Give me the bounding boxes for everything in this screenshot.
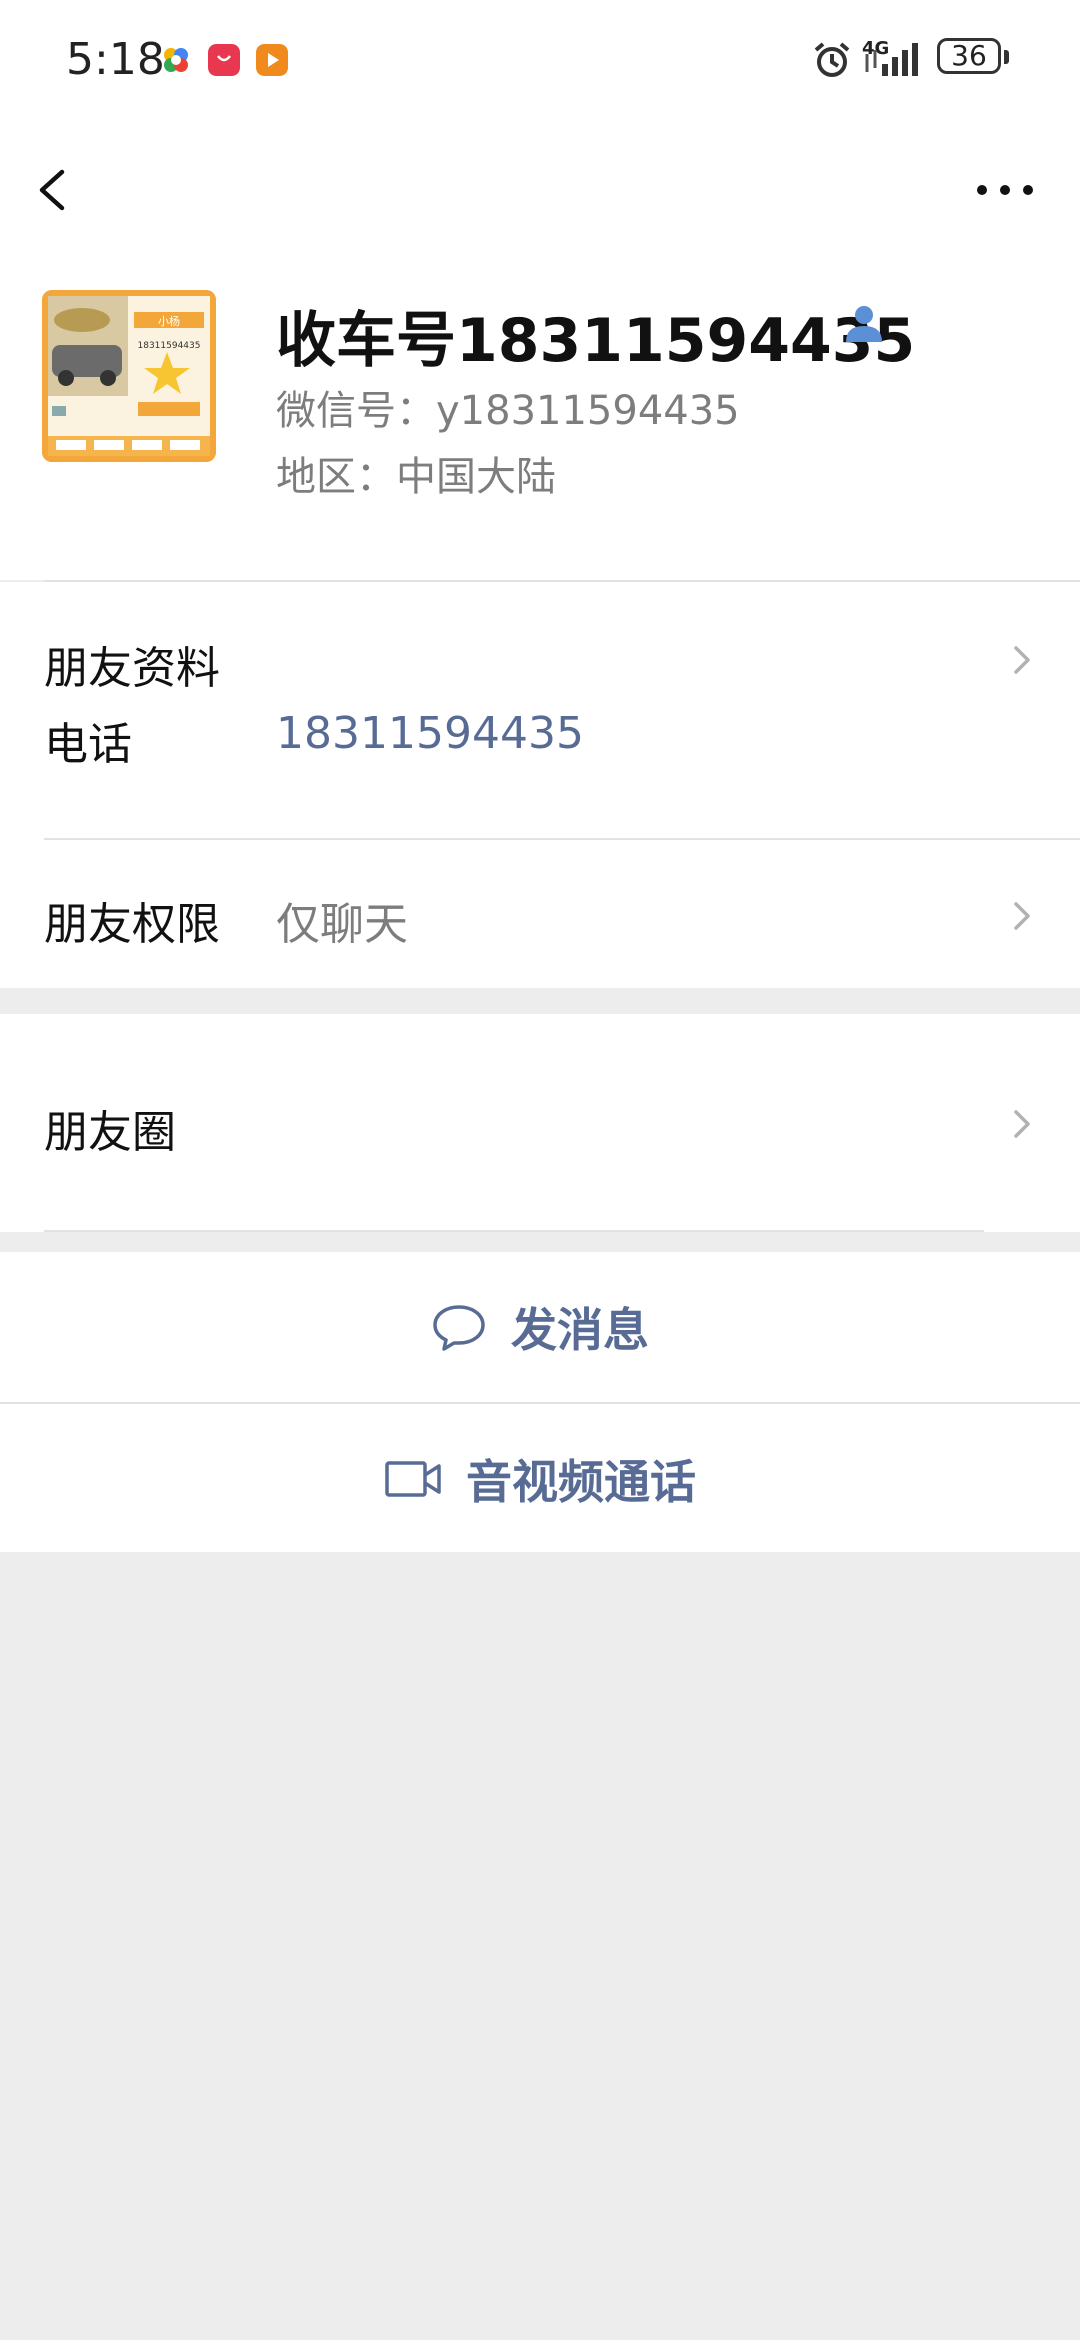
phone-number-link[interactable]: 18311594435 bbox=[276, 708, 584, 759]
video-call-button[interactable]: 音视频通话 bbox=[0, 1404, 1080, 1554]
phone-row[interactable]: 电话 18311594435 bbox=[0, 686, 1080, 786]
chevron-right-icon bbox=[1014, 1110, 1030, 1138]
moments-label: 朋友圈 bbox=[44, 1107, 176, 1158]
avatar-name-text: 小杨 bbox=[158, 314, 180, 328]
status-time: 5:18 bbox=[66, 34, 165, 85]
phone-label: 电话 bbox=[44, 719, 132, 770]
battery-tip bbox=[1004, 50, 1009, 64]
more-horizontal-icon[interactable] bbox=[970, 160, 1040, 220]
alarm-icon bbox=[814, 42, 850, 77]
video-camera-icon bbox=[385, 1461, 441, 1497]
friend-permission-row[interactable]: 朋友权限 仅聊天 bbox=[0, 840, 1080, 988]
huawei-store-app-icon bbox=[208, 44, 240, 76]
moments-row[interactable]: 朋友圈 bbox=[0, 1014, 1080, 1232]
avatar[interactable]: 小杨 18311594435 bbox=[42, 290, 216, 462]
friend-profile-row[interactable]: 朋友资料 bbox=[0, 582, 1080, 694]
divider bbox=[44, 1230, 984, 1232]
contact-person-icon bbox=[846, 306, 882, 342]
avatar-phone-text: 18311594435 bbox=[138, 341, 201, 351]
friend-permission-value: 仅聊天 bbox=[276, 899, 408, 950]
battery-icon: 36 bbox=[937, 38, 1001, 74]
send-message-button[interactable]: 发消息 bbox=[0, 1252, 1080, 1402]
status-bar: 5:18 4G 36 bbox=[0, 0, 1080, 120]
chevron-right-icon bbox=[1014, 902, 1030, 930]
battery-level: 36 bbox=[951, 39, 987, 72]
info-section: 朋友资料 电话 18311594435 朋友权限 仅聊天 bbox=[0, 582, 1080, 988]
friend-permission-label: 朋友权限 bbox=[44, 899, 220, 950]
video-app-icon bbox=[256, 44, 288, 76]
action-section: 发消息 音视频通话 bbox=[0, 1252, 1080, 1552]
chevron-left-icon[interactable] bbox=[30, 150, 80, 230]
signal-icon bbox=[882, 43, 918, 76]
chevron-right-icon bbox=[1014, 646, 1030, 674]
region: 地区：中国大陆 bbox=[276, 454, 556, 500]
photos-app-icon bbox=[164, 48, 188, 72]
chat-bubble-icon bbox=[433, 1305, 485, 1351]
nickname: 收车号18311594435 bbox=[276, 306, 916, 376]
data-arrows-icon bbox=[865, 50, 877, 72]
nav-bar bbox=[0, 120, 1080, 270]
video-call-label: 音视频通话 bbox=[466, 1455, 696, 1509]
profile-header: 小杨 18311594435 收车号18311594435 微信号：y18311… bbox=[0, 270, 1080, 580]
avatar-image: 小杨 18311594435 bbox=[42, 290, 216, 462]
wechat-id: 微信号：y18311594435 bbox=[276, 388, 740, 434]
send-message-label: 发消息 bbox=[511, 1303, 649, 1357]
